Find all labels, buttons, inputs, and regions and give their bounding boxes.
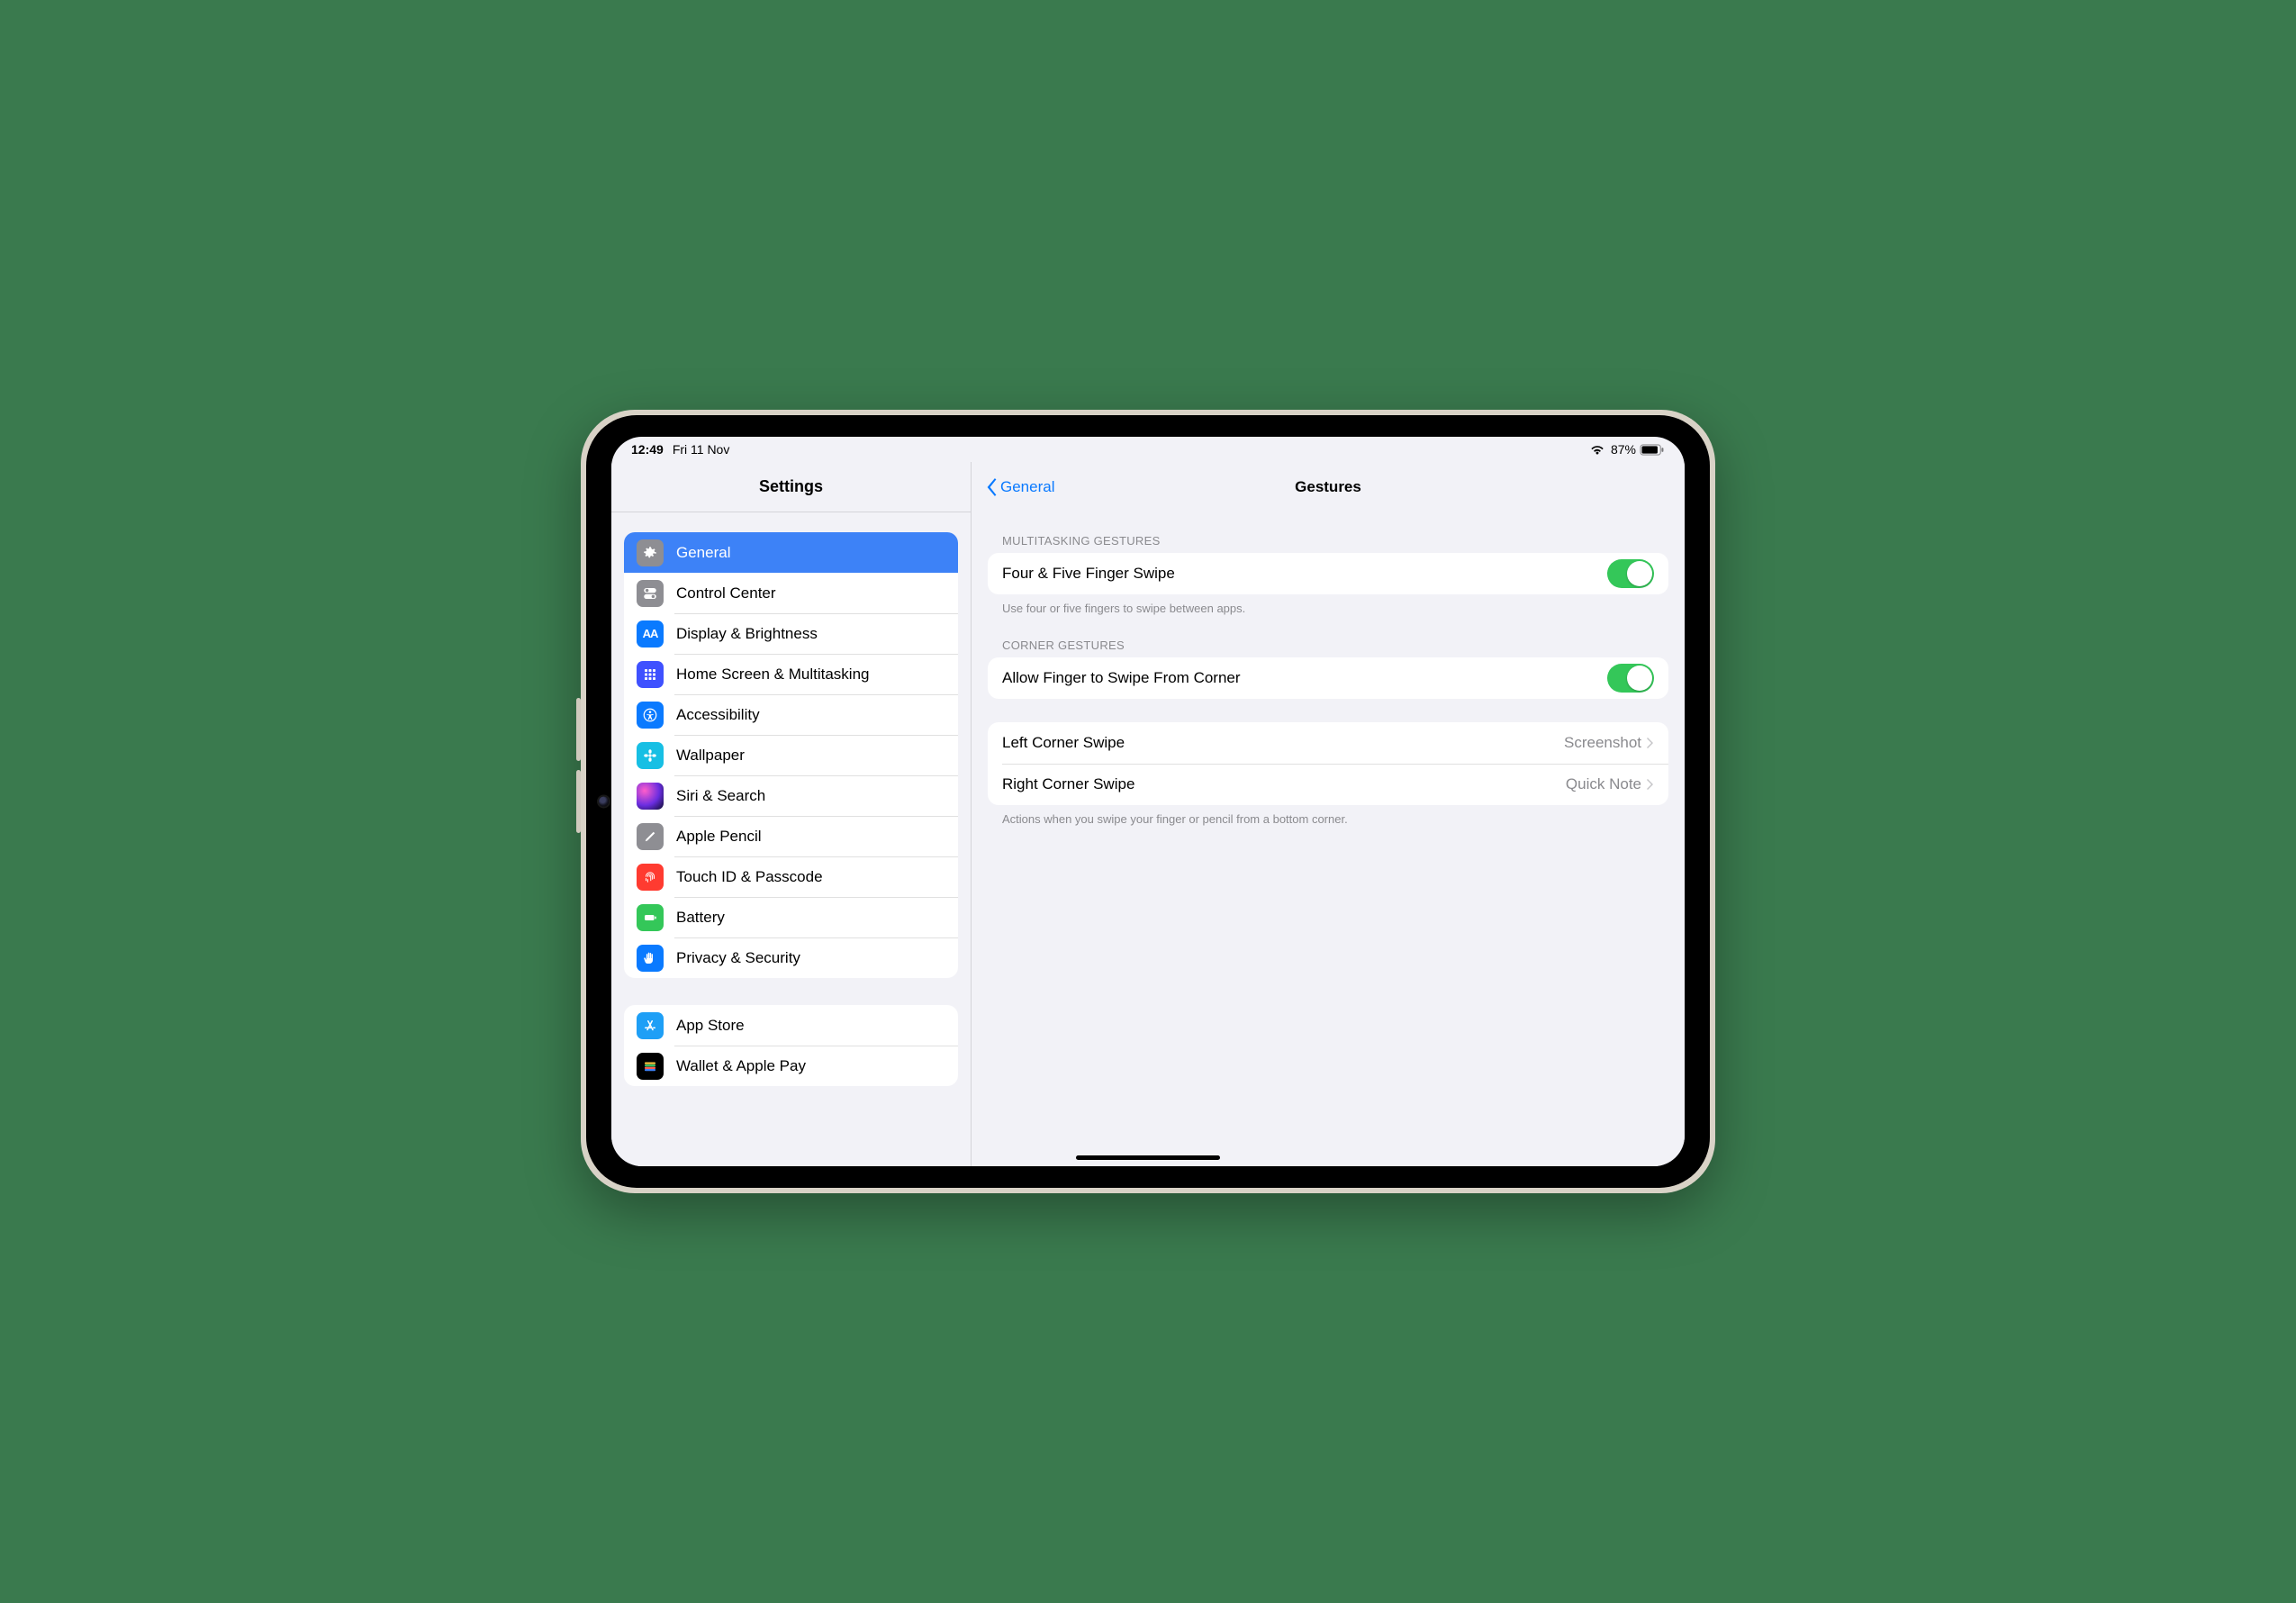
section-footer-multitasking: Use four or five fingers to swipe betwee… <box>988 594 1668 615</box>
sidebar-item-label: Battery <box>676 909 725 927</box>
sidebar-item-label: General <box>676 544 730 562</box>
sidebar-item-label: Home Screen & Multitasking <box>676 666 869 684</box>
front-camera <box>599 797 609 807</box>
section-header-corner: CORNER GESTURES <box>988 638 1668 657</box>
home-indicator[interactable] <box>1076 1155 1220 1160</box>
sidebar-item-battery[interactable]: Battery <box>624 897 958 937</box>
sidebar-item-label: Touch ID & Passcode <box>676 868 823 886</box>
sidebar-item-wallet[interactable]: Wallet & Apple Pay <box>624 1046 958 1086</box>
row-value: Quick Note <box>1566 775 1641 793</box>
detail-title: Gestures <box>972 478 1685 496</box>
sidebar-item-accessibility[interactable]: Accessibility <box>624 694 958 735</box>
pencil-icon <box>637 823 664 850</box>
status-bar: 12:49 Fri 11 Nov 87% <box>611 437 1685 462</box>
section-header-multitasking: MULTITASKING GESTURES <box>988 534 1668 553</box>
sidebar-item-display[interactable]: AA Display & Brightness <box>624 613 958 654</box>
row-label: Four & Five Finger Swipe <box>1002 565 1607 583</box>
fingerprint-icon <box>637 864 664 891</box>
detail-navbar: General Gestures <box>972 462 1685 512</box>
sidebar-item-label: Wallet & Apple Pay <box>676 1057 806 1075</box>
text-size-icon: AA <box>637 620 664 648</box>
ipad-frame: 12:49 Fri 11 Nov 87% <box>581 410 1715 1193</box>
row-right-corner-swipe[interactable]: Right Corner Swipe Quick Note <box>988 764 1668 805</box>
sidebar-item-label: Siri & Search <box>676 787 765 805</box>
row-four-five-finger[interactable]: Four & Five Finger Swipe <box>988 553 1668 594</box>
chevron-right-icon <box>1647 737 1654 749</box>
sidebar-item-wallpaper[interactable]: Wallpaper <box>624 735 958 775</box>
sidebar-item-label: Wallpaper <box>676 747 745 765</box>
toggle-four-five-finger[interactable] <box>1607 559 1654 588</box>
sidebar-title: Settings <box>611 462 971 512</box>
flower-icon <box>637 742 664 769</box>
row-allow-corner-swipe[interactable]: Allow Finger to Swipe From Corner <box>988 657 1668 699</box>
back-button[interactable]: General <box>984 477 1054 497</box>
sidebar-item-label: Privacy & Security <box>676 949 800 967</box>
corner-actions-card: Left Corner Swipe Screenshot Right Corne… <box>988 722 1668 805</box>
row-label: Right Corner Swipe <box>1002 775 1566 793</box>
sidebar-item-label: App Store <box>676 1017 745 1035</box>
back-button-label: General <box>1000 478 1054 496</box>
sidebar-item-pencil[interactable]: Apple Pencil <box>624 816 958 856</box>
multitasking-card: Four & Five Finger Swipe <box>988 553 1668 594</box>
corner-allow-card: Allow Finger to Swipe From Corner <box>988 657 1668 699</box>
battery-icon <box>1640 444 1665 456</box>
volume-down-button <box>576 770 581 833</box>
status-time: 12:49 <box>631 442 664 457</box>
row-label: Left Corner Swipe <box>1002 734 1564 752</box>
toggle-allow-corner-swipe[interactable] <box>1607 664 1654 693</box>
battery-icon <box>637 904 664 931</box>
wifi-icon <box>1589 444 1605 456</box>
sidebar-item-general[interactable]: General <box>624 532 958 573</box>
battery-percent: 87% <box>1611 442 1636 457</box>
screen: 12:49 Fri 11 Nov 87% <box>611 437 1685 1166</box>
accessibility-icon <box>637 702 664 729</box>
settings-sidebar: Settings General Control Center <box>611 462 972 1166</box>
sidebar-item-label: Control Center <box>676 584 776 602</box>
toggles-icon <box>637 580 664 607</box>
sidebar-item-siri[interactable]: Siri & Search <box>624 775 958 816</box>
sidebar-item-label: Accessibility <box>676 706 760 724</box>
sidebar-item-privacy[interactable]: Privacy & Security <box>624 937 958 978</box>
bezel: 12:49 Fri 11 Nov 87% <box>586 415 1710 1188</box>
section-footer-corner: Actions when you swipe your finger or pe… <box>988 805 1668 826</box>
detail-pane: General Gestures MULTITASKING GESTURES F… <box>972 462 1685 1166</box>
gear-icon <box>637 539 664 566</box>
sidebar-item-appstore[interactable]: App Store <box>624 1005 958 1046</box>
grid-icon <box>637 661 664 688</box>
chevron-right-icon <box>1647 778 1654 791</box>
row-left-corner-swipe[interactable]: Left Corner Swipe Screenshot <box>988 722 1668 764</box>
row-label: Allow Finger to Swipe From Corner <box>1002 669 1607 687</box>
sidebar-item-home-screen[interactable]: Home Screen & Multitasking <box>624 654 958 694</box>
volume-up-button <box>576 698 581 761</box>
hand-icon <box>637 945 664 972</box>
sidebar-item-touchid[interactable]: Touch ID & Passcode <box>624 856 958 897</box>
sidebar-item-label: Display & Brightness <box>676 625 818 643</box>
appstore-icon <box>637 1012 664 1039</box>
sidebar-item-label: Apple Pencil <box>676 828 762 846</box>
sidebar-item-control-center[interactable]: Control Center <box>624 573 958 613</box>
siri-icon <box>637 783 664 810</box>
status-date: Fri 11 Nov <box>673 442 730 457</box>
sidebar-group-1: General Control Center AA Display & Brig… <box>624 532 958 978</box>
row-value: Screenshot <box>1564 734 1641 752</box>
sidebar-group-2: App Store Wallet & Apple Pay <box>624 1005 958 1086</box>
wallet-icon <box>637 1053 664 1080</box>
